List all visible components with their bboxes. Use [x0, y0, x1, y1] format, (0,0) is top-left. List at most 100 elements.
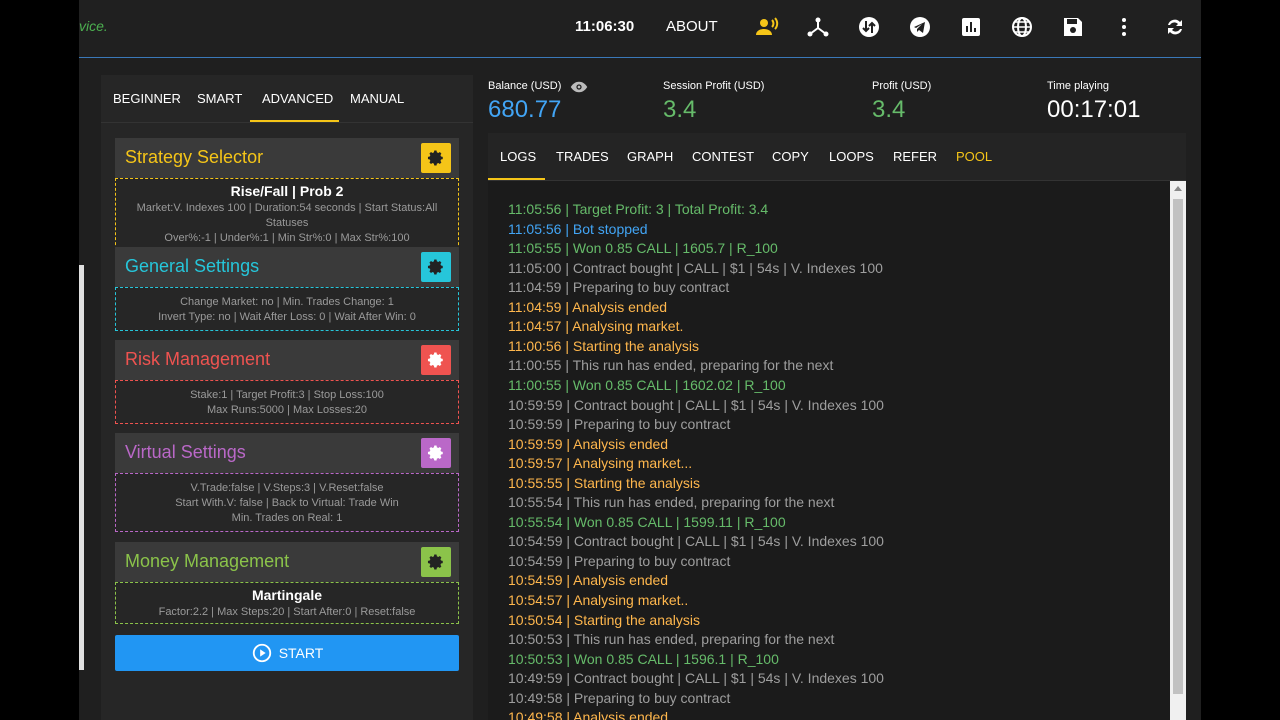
log-scrollbar[interactable] [1170, 181, 1186, 720]
tab-loops[interactable]: LOOPS [829, 149, 874, 164]
log-line: 11:05:00 | Contract bought | CALL | $1 |… [508, 259, 883, 276]
log-line: 10:59:59 | Preparing to buy contract [508, 416, 731, 433]
session-profit-label: Session Profit (USD) [663, 80, 765, 92]
strategy-settings-button[interactable] [421, 143, 451, 173]
log-line: 10:55:54 | Won 0.85 CALL | 1599.11 | R_1… [508, 513, 786, 530]
log-line: 11:04:59 | Preparing to buy contract [508, 279, 730, 296]
log-line: 10:54:59 | Preparing to buy contract [508, 552, 731, 569]
start-button[interactable]: START [115, 635, 459, 671]
risk-settings-button[interactable] [421, 345, 451, 375]
settings-panel: BEGINNER SMART ADVANCED MANUAL Strategy … [101, 75, 473, 720]
log-line: 11:05:56 | Bot stopped [508, 220, 648, 237]
tab-refer[interactable]: REFER [893, 149, 937, 164]
gear-icon [427, 352, 443, 368]
log-line: 11:00:56 | Starting the analysis [508, 337, 699, 354]
log-line: 10:49:59 | Contract bought | CALL | $1 |… [508, 670, 884, 687]
tab-pool[interactable]: POOL [956, 149, 992, 164]
log-line: 10:49:58 | Analysis ended [508, 709, 669, 720]
risk-management-card: Risk Management Stake:1 | Target Profit:… [115, 340, 459, 424]
voice-user-icon[interactable] [754, 14, 780, 40]
gear-icon [427, 259, 443, 275]
letterbox-left [0, 0, 79, 720]
virtual-line-3: Min. Trades on Real: 1 [231, 512, 343, 524]
general-summary: Change Market: no | Min. Trades Change: … [115, 287, 459, 331]
virtual-line-2: Start With.V: false | Back to Virtual: T… [175, 497, 399, 509]
money-strategy-name: Martingale [251, 587, 322, 603]
profit-label: Profit (USD) [872, 80, 932, 92]
gear-icon [427, 150, 443, 166]
log-line: 10:54:59 | Analysis ended [508, 572, 669, 589]
telegram-icon[interactable] [907, 14, 933, 40]
log-line: 10:49:58 | Preparing to buy contract [508, 689, 731, 706]
scroll-thumb[interactable] [1173, 199, 1183, 694]
log-line: 11:05:55 | Won 0.85 CALL | 1605.7 | R_10… [508, 240, 778, 257]
general-line-2: Invert Type: no | Wait After Loss: 0 | W… [158, 311, 416, 323]
log-line: 11:00:55 | This run has ended, preparing… [508, 357, 834, 374]
chart-icon[interactable] [958, 14, 984, 40]
log-line: 10:54:57 | Analysing market.. [508, 592, 689, 608]
scroll-up-icon[interactable] [1170, 181, 1186, 195]
sync-icon[interactable] [1162, 14, 1188, 40]
brand-text: vice. [79, 18, 108, 34]
log-line: 11:04:59 | Analysis ended [508, 298, 668, 315]
eye-icon[interactable] [570, 80, 588, 94]
active-tab-indicator [250, 120, 339, 122]
tab-graph[interactable]: GRAPH [627, 149, 673, 164]
save-icon[interactable] [1060, 14, 1086, 40]
more-vert-icon[interactable] [1111, 14, 1137, 40]
about-link[interactable]: ABOUT [666, 18, 718, 35]
virtual-summary: V.Trade:false | V.Steps:3 | V.Reset:fals… [115, 473, 459, 532]
session-profit-value: 3.4 [663, 96, 697, 123]
globe-icon[interactable] [1009, 14, 1035, 40]
balance-label: Balance (USD) [488, 80, 562, 92]
log-line: 10:59:57 | Analysing market... [508, 455, 693, 472]
card-title: General Settings [125, 256, 260, 276]
general-settings-button[interactable] [421, 252, 451, 282]
transfer-icon[interactable] [856, 14, 882, 40]
money-management-card: Money Management Martingale Factor:2.2 |… [115, 542, 459, 624]
log-panel: LOGS TRADES GRAPH CONTEST COPY LOOPS REF… [488, 133, 1186, 720]
start-label: START [278, 645, 324, 661]
balance-value: 680.77 [488, 96, 562, 123]
card-title: Strategy Selector [125, 147, 264, 167]
log-line: 11:05:56 | Target Profit: 3 | Total Prof… [508, 201, 769, 217]
hierarchy-icon[interactable] [805, 14, 831, 40]
log-line: 10:59:59 | Analysis ended [508, 435, 669, 452]
tab-manual[interactable]: MANUAL [350, 91, 404, 106]
tab-trades[interactable]: TRADES [556, 149, 609, 164]
money-settings-button[interactable] [421, 547, 451, 577]
card-title: Risk Management [125, 349, 271, 369]
gear-icon [427, 554, 443, 570]
log-line: 10:50:54 | Starting the analysis [508, 611, 700, 628]
strategy-selector-card: Strategy Selector Rise/Fall | Prob 2 Mar… [115, 138, 459, 250]
letterbox-right [1201, 0, 1280, 720]
log-line: 10:50:53 | Won 0.85 CALL | 1596.1 | R_10… [508, 650, 779, 667]
app-window: vice. 11:06:30 ABOUT BEGINNER SMART ADVA… [79, 0, 1201, 720]
gear-icon [427, 445, 443, 461]
session-profit-stat: Session Profit (USD) 3.4 [663, 80, 764, 124]
log-line: 10:55:54 | This run has ended, preparing… [508, 494, 835, 511]
log-line: 10:50:53 | This run has ended, preparing… [508, 631, 835, 648]
risk-summary: Stake:1 | Target Profit:3 | Stop Loss:10… [115, 380, 459, 424]
time-playing-value: 00:17:01 [1047, 96, 1141, 123]
tab-smart[interactable]: SMART [197, 91, 242, 106]
profit-value: 3.4 [872, 96, 906, 123]
tab-logs[interactable]: LOGS [500, 149, 536, 164]
general-settings-card: General Settings Change Market: no | Min… [115, 247, 459, 331]
tab-beginner[interactable]: BEGINNER [113, 91, 181, 106]
log-line: 10:54:59 | Contract bought | CALL | $1 |… [508, 533, 884, 550]
card-title: Virtual Settings [125, 442, 246, 462]
log-line: 10:55:55 | Starting the analysis [508, 474, 700, 491]
tab-contest[interactable]: CONTEST [692, 149, 754, 164]
tab-advanced[interactable]: ADVANCED [262, 91, 333, 106]
time-playing-label: Time playing [1047, 80, 1109, 92]
time-playing-stat: Time playing 00:17:01 [1047, 80, 1140, 124]
play-circle-icon [252, 643, 271, 663]
strategy-line-2: Over%:-1 | Under%:1 | Min Str%:0 | Max S… [164, 232, 410, 244]
risk-line-1: Stake:1 | Target Profit:3 | Stop Loss:10… [190, 389, 384, 401]
risk-line-2: Max Runs:5000 | Max Losses:20 [207, 404, 367, 416]
virtual-settings-button[interactable] [421, 438, 451, 468]
log-line: 11:00:55 | Won 0.85 CALL | 1602.02 | R_1… [508, 376, 786, 393]
log-tabs: LOGS TRADES GRAPH CONTEST COPY LOOPS REF… [488, 133, 1186, 181]
tab-copy[interactable]: COPY [772, 149, 809, 164]
